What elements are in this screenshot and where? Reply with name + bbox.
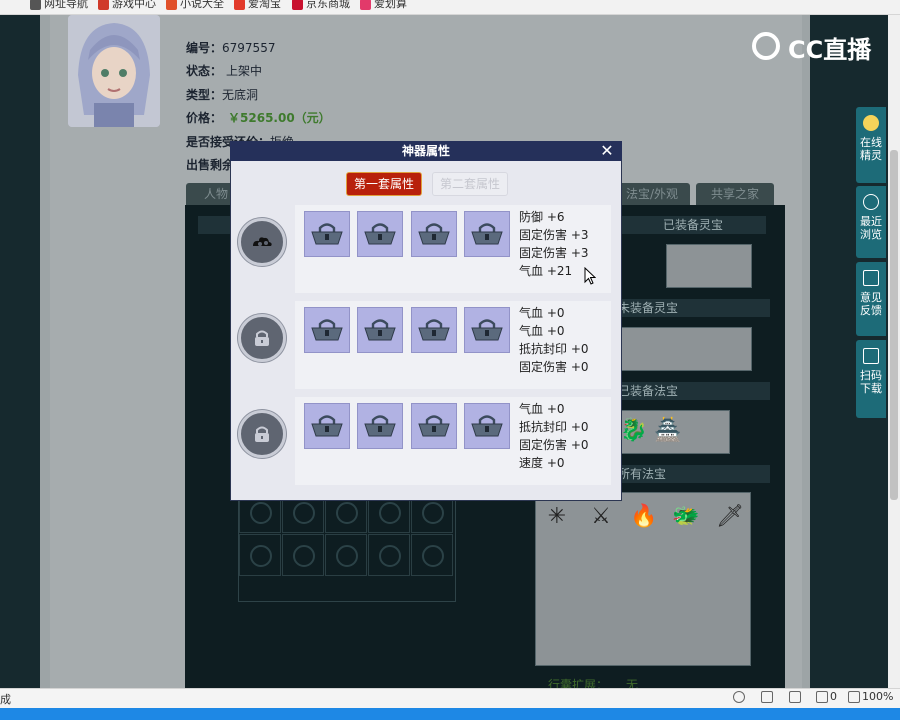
scan-icon [863,348,879,364]
tab-second-set[interactable]: 第二套属性 [432,172,509,196]
inventory-cell[interactable] [282,534,324,576]
clock-icon [863,194,879,210]
attribute-line: 抵抗封印 +0 [519,420,589,434]
cloud-swirl-icon[interactable] [238,218,286,266]
bookmark-item[interactable]: 网址导航 [30,0,88,11]
jd-icon [292,0,303,10]
attribute-line: 速度 +0 [519,456,565,470]
tab-shared-home[interactable]: 共享之家 [696,183,774,205]
section-unequipped-lingbao: 未装备灵宝 [614,299,770,317]
locked-slot[interactable] [411,211,457,257]
bookmark-item[interactable]: 京东商城 [292,0,350,11]
locked-slot[interactable] [464,307,510,353]
sidebar-scan-download[interactable]: 扫码 下载 [856,340,886,418]
fabao-beast-icon[interactable]: 🐲 [672,502,699,532]
speaker-icon[interactable] [761,691,773,703]
attribute-line: 防御 +6 [519,210,565,224]
listing-price: 价格： ￥5265.00（元） [186,111,331,125]
deal-icon [360,0,371,10]
bookmark-item[interactable]: 游戏中心 [98,0,156,11]
zoom-icon[interactable] [848,691,860,703]
book-icon [166,0,177,10]
locked-slot[interactable] [411,307,457,353]
listing-status: 状态： 上架中 [186,64,263,78]
sidebar-feedback[interactable]: 意见 反馈 [856,262,886,336]
attribute-line: 固定伤害 +0 [519,360,589,374]
tab-first-set[interactable]: 第一套属性 [346,172,423,196]
download-icon[interactable] [789,691,801,703]
attribute-line: 气血 +0 [519,324,565,338]
listing-remain: 出售剩余 [186,158,235,172]
inventory-cell[interactable] [411,534,453,576]
status-count: 0 [830,690,837,703]
taobao-icon [234,0,245,10]
lock-icon[interactable] [238,410,286,458]
attribute-line: 固定伤害 +3 [519,246,589,260]
attribute-line: 气血 +0 [519,402,565,416]
locked-slot[interactable] [304,211,350,257]
cc-logo-icon [752,32,780,60]
lock-icon[interactable] [238,314,286,362]
section-all-fabao: 所有法宝 [614,465,770,483]
attribute-line: 气血 +21 [519,264,573,278]
locked-slot[interactable] [357,403,403,449]
bookmark-item[interactable]: 爱淘宝 [234,0,281,11]
zoom-level[interactable]: 100% [862,690,893,703]
bookmark-bar: 网址导航 游戏中心 小说大全 爱淘宝 京东商城 爱划算 [0,0,900,15]
section-equipped-fabao: 已装备法宝 [614,382,770,400]
section-equipped-lingbao: 已装备灵宝 [620,216,766,234]
fabao-sword-icon[interactable]: 🗡 [716,502,744,532]
sprite-icon [863,115,879,131]
game-icon [98,0,109,10]
attribute-line: 抵抗封印 +0 [519,342,589,356]
attribute-line: 固定伤害 +3 [519,228,589,242]
sidebar-recent-browse[interactable]: 最近 浏览 [856,186,886,258]
locked-slot[interactable] [304,403,350,449]
modal-title: 神器属性 [230,141,622,161]
fabao-blade-icon[interactable]: ⚔ [588,502,614,532]
locked-slot[interactable] [357,307,403,353]
tab-fabao-appearance[interactable]: 法宝/外观 [614,183,690,205]
locked-slot[interactable] [411,403,457,449]
inventory-grid [238,490,456,602]
character-avatar [68,15,160,127]
unequipped-lingbao-box [618,327,752,371]
extension-icon[interactable] [816,691,828,703]
attribute-line: 固定伤害 +0 [519,438,589,452]
sidebar-online-sprite[interactable]: 在线 精灵 [856,107,886,183]
fabao-scroll-icon[interactable]: ✳ [544,502,570,532]
globe-icon [30,0,41,10]
locked-slot[interactable] [464,211,510,257]
listing-type: 类型：无底洞 [186,88,259,102]
bookmark-item[interactable]: 爱划算 [360,0,407,11]
equipped-lingbao-box [666,244,752,288]
fabao-dragon-icon[interactable]: 🐉 [620,416,647,446]
bookmark-item[interactable]: 小说大全 [166,0,224,11]
attribute-line: 气血 +0 [519,306,565,320]
cc-live-logo: CC直播 [752,30,877,64]
fabao-flame-icon[interactable]: 🔥 [630,502,657,532]
os-taskbar [0,708,900,720]
shield-icon[interactable] [733,691,745,703]
close-icon[interactable]: ✕ [597,141,617,161]
scrollbar-thumb[interactable] [890,150,898,500]
fabao-pagoda-icon[interactable]: 🏯 [654,416,681,446]
inventory-cell[interactable] [368,534,410,576]
status-text: 成 [0,693,11,706]
edit-icon [863,270,879,286]
locked-slot[interactable] [357,211,403,257]
inventory-cell[interactable] [239,534,281,576]
mouse-cursor-icon [584,266,597,288]
locked-slot[interactable] [464,403,510,449]
inventory-cell[interactable] [325,534,367,576]
listing-id: 编号：6797557 [186,41,276,55]
locked-slot[interactable] [304,307,350,353]
